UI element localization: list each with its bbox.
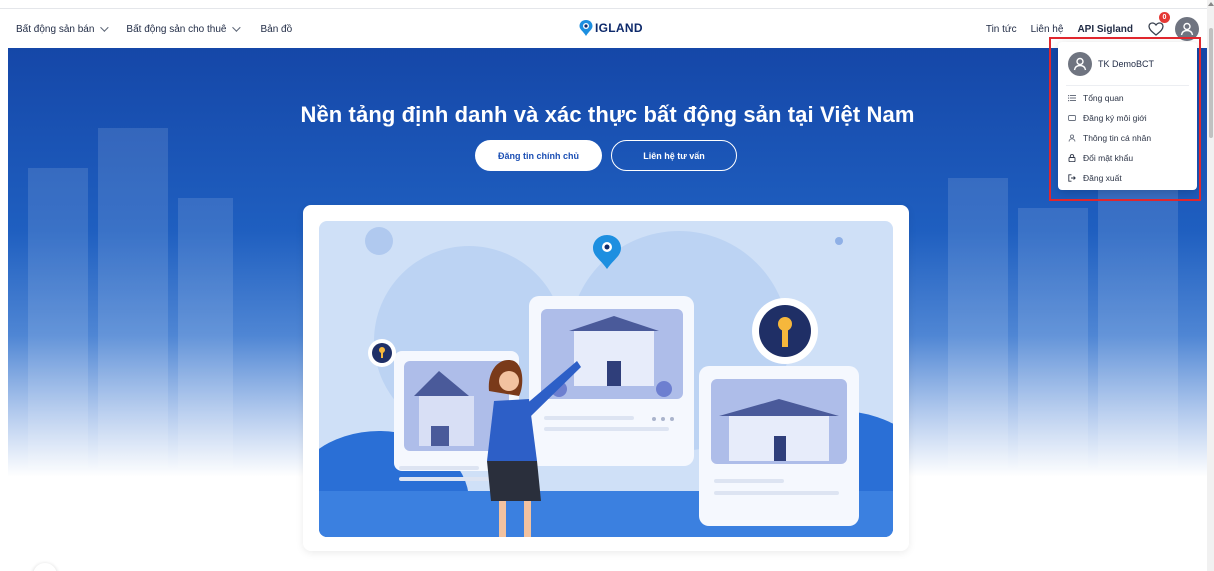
dropdown-user-header[interactable]: TK DemoBCT [1068, 52, 1154, 76]
card-icon [1068, 114, 1076, 122]
menu-item-label: Tổng quan [1083, 93, 1124, 103]
list-icon [1068, 94, 1076, 102]
logo-text: IGLAND [595, 21, 643, 35]
hero-illustration-card [303, 205, 909, 551]
background-building [178, 198, 233, 468]
hero-banner: Nền tảng định danh và xác thực bất động … [8, 48, 1207, 571]
menu-item-label: Đăng xuất [1083, 173, 1122, 183]
nav-item-map[interactable]: Bản đồ [260, 24, 292, 35]
chevron-down-icon [100, 23, 110, 32]
contact-consult-button[interactable]: Liên hệ tư vấn [611, 140, 737, 171]
background-building [948, 178, 1008, 468]
nav-item-properties-for-sale[interactable]: Bất động sản bán [16, 23, 110, 35]
nav-left: Bất động sản bán Bất động sản cho thuê B… [16, 9, 292, 49]
menu-item-label: Đăng ký môi giới [1083, 113, 1147, 123]
scrollbar-thumb[interactable] [1209, 28, 1213, 138]
sigland-logo[interactable]: IGLAND [578, 19, 643, 37]
nav-item-label: Bất động sản bán [16, 23, 95, 35]
menu-item-overview[interactable]: Tổng quan [1068, 93, 1124, 103]
background-building [98, 128, 168, 468]
nav-item-label: Tin tức [985, 23, 1017, 35]
chevron-down-icon [232, 23, 242, 32]
nav-item-label: Liên hệ [1030, 23, 1064, 35]
nav-item-news[interactable]: Tin tức [986, 24, 1017, 35]
nav-item-api-sigland[interactable]: API Sigland [1077, 24, 1133, 35]
page: Bất động sản bán Bất động sản cho thuê B… [0, 0, 1214, 571]
menu-item-broker-registration[interactable]: Đăng ký môi giới [1068, 113, 1147, 123]
nav-item-properties-for-rent[interactable]: Bất động sản cho thuê [126, 23, 242, 35]
nav-item-contact[interactable]: Liên hệ [1031, 24, 1064, 35]
top-navbar: Bất động sản bán Bất động sản cho thuê B… [0, 8, 1207, 48]
nav-item-label: Bản đồ [260, 23, 293, 35]
favorites-button[interactable]: 0 [1147, 12, 1170, 38]
menu-item-personal-info[interactable]: Thông tin cá nhân [1068, 133, 1151, 143]
dropdown-divider [1066, 85, 1189, 86]
dropdown-avatar [1068, 52, 1092, 76]
menu-item-label: Thông tin cá nhân [1083, 133, 1152, 143]
menu-item-logout[interactable]: Đăng xuất [1068, 173, 1122, 183]
user-icon [1180, 22, 1194, 36]
hero-title: Nền tảng định danh và xác thực bất động … [300, 102, 915, 127]
favorites-count-badge: 0 [1159, 12, 1170, 23]
nav-item-label: Bất động sản cho thuê [126, 23, 227, 35]
hero-illustration [319, 221, 893, 537]
scroll-up-arrow-icon[interactable] [1208, 2, 1214, 6]
post-listing-button[interactable]: Đăng tin chính chủ [475, 140, 602, 171]
location-pin-logo-icon [578, 19, 594, 37]
background-building [1018, 208, 1088, 468]
logout-icon [1068, 174, 1076, 182]
user-avatar-button[interactable] [1175, 17, 1199, 41]
user-icon [1073, 57, 1087, 71]
menu-item-label: Đổi mật khẩu [1083, 153, 1134, 163]
user-icon [1068, 134, 1076, 142]
background-building [1098, 148, 1178, 468]
user-dropdown-menu: TK DemoBCT Tổng quan Đăng ký môi giới Th… [1058, 42, 1197, 190]
menu-item-change-password[interactable]: Đổi mật khẩu [1068, 153, 1133, 163]
dropdown-username: TK DemoBCT [1098, 59, 1155, 69]
background-building [28, 168, 88, 468]
lock-icon [1068, 154, 1076, 162]
nav-item-label: API Sigland [1077, 23, 1133, 35]
